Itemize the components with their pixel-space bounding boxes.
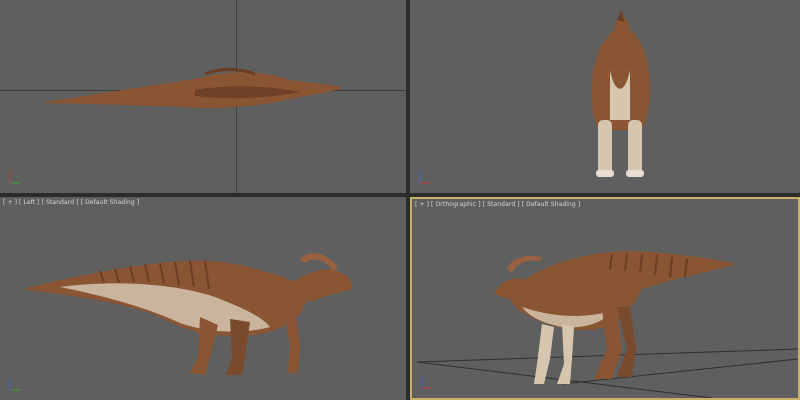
dinosaur-left-model: [22, 253, 353, 375]
axis-tripod-icon: [9, 172, 20, 184]
viewport-front[interactable]: [410, 0, 800, 193]
dinosaur-front-model: [592, 10, 650, 177]
axis-tripod-icon: [9, 379, 20, 391]
viewport-top[interactable]: [0, 0, 406, 193]
axis-tripod-icon: [421, 377, 432, 389]
dinosaur-perspective-model: [416, 251, 798, 398]
axis-tripod-icon: [419, 172, 430, 184]
viewport-orthographic[interactable]: [ + ] [ Orthographic ] [ Standard ] [ De…: [410, 197, 800, 400]
viewport-left[interactable]: [ + ] [ Left ] [ Standard ] [ Default Sh…: [0, 197, 406, 400]
viewport-grid: [ + ] [ Left ] [ Standard ] [ Default Sh…: [0, 0, 800, 400]
dinosaur-top-model: [40, 68, 343, 108]
